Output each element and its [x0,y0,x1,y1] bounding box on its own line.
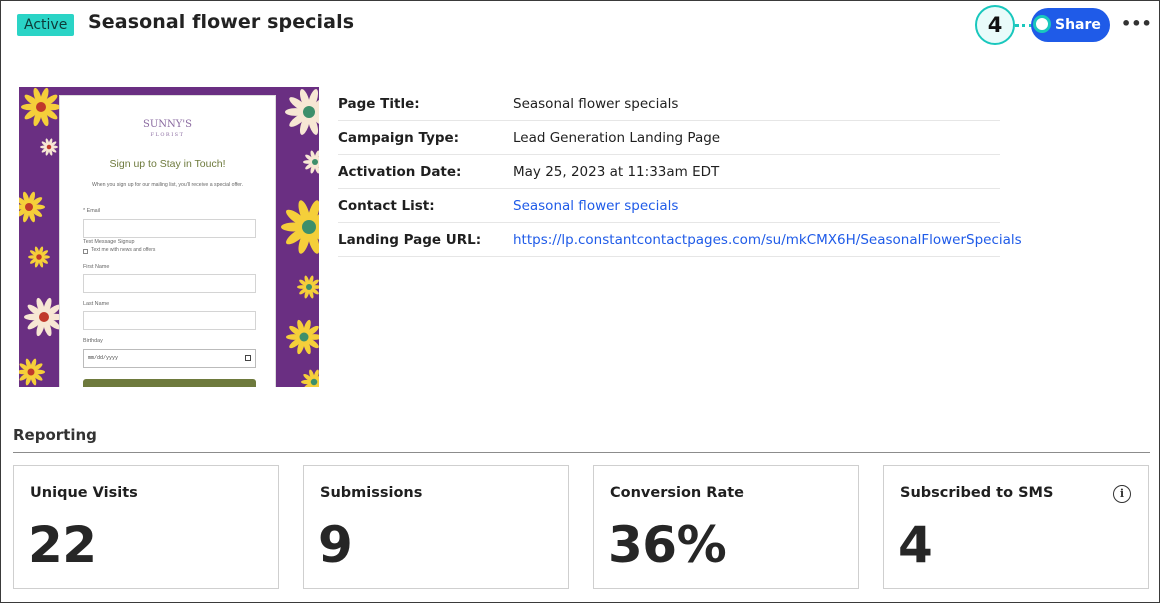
metric-card-conversion-rate: Conversion Rate 36% [593,465,859,589]
contact-list-link[interactable]: Seasonal flower specials [513,198,678,214]
detail-label: Page Title: [338,96,420,112]
reporting-heading: Reporting [13,426,97,444]
page-title: Seasonal flower specials [88,11,355,33]
detail-label: Landing Page URL: [338,232,482,248]
detail-label: Campaign Type: [338,130,460,146]
info-icon[interactable]: i [1113,485,1131,503]
detail-value: Seasonal flower specials [513,96,679,112]
metric-label: Unique Visits [30,485,138,501]
birthday-placeholder: mm/dd/yyyy [88,355,119,361]
status-badge: Active [17,14,75,36]
detail-row-contact-list: Contact List: Seasonal flower specials [338,189,1000,223]
step-callout-marker: 4 [975,5,1015,45]
metric-card-unique-visits: Unique Visits 22 [13,465,279,589]
email-field [83,219,256,238]
callout-target-dot [1033,15,1051,33]
sms-label: Text Message Signup [83,239,135,245]
sms-checkbox [83,249,88,254]
metric-card-subscribed-sms: Subscribed to SMS 4 i [883,465,1149,589]
detail-row-page-title: Page Title: Seasonal flower specials [338,87,1000,121]
email-label: * Email [83,208,101,214]
form-heading: Sign up to Stay in Touch! [109,158,226,170]
detail-row-activation-date: Activation Date: May 25, 2023 at 11:33am… [338,155,1000,189]
detail-label: Contact List: [338,198,435,214]
metric-value: 22 [28,516,97,574]
landing-page-preview[interactable]: SUNNY'S FLORIST Sign up to Stay in Touch… [19,87,319,387]
sms-checkbox-label: Text me with news and offers [91,247,156,253]
metric-card-submissions: Submissions 9 [303,465,569,589]
detail-value: May 25, 2023 at 11:33am EDT [513,164,720,180]
last-name-label: Last Name [83,301,110,307]
more-options-icon[interactable]: ••• [1121,12,1152,36]
metric-label: Subscribed to SMS [900,485,1054,501]
calendar-icon [245,355,251,361]
reporting-divider [13,452,1150,453]
form-intro: When you sign up for our mailing list, y… [91,182,244,188]
metric-label: Submissions [320,485,423,501]
campaign-details: Page Title: Seasonal flower specials Cam… [338,87,1022,257]
brand-logo: SUNNY'S [143,119,192,130]
signup-form-preview: SUNNY'S FLORIST Sign up to Stay in Touch… [59,95,276,387]
brand-subtitle: FLORIST [150,132,185,138]
first-name-label: First Name [83,264,110,270]
detail-label: Activation Date: [338,164,462,180]
detail-row-landing-url: Landing Page URL: https://lp.constantcon… [338,223,1022,257]
metric-label: Conversion Rate [610,485,745,501]
metric-value: 9 [318,516,353,574]
birthday-label: Birthday [83,338,103,344]
birthday-field: mm/dd/yyyy [83,349,256,368]
first-name-field [83,274,256,293]
detail-value: Lead Generation Landing Page [513,130,721,146]
metric-value: 36% [608,516,727,574]
last-name-field [83,311,256,330]
form-submit-button [83,379,256,387]
landing-page-url-link[interactable]: https://lp.constantcontactpages.com/su/m… [513,232,1022,248]
detail-row-campaign-type: Campaign Type: Lead Generation Landing P… [338,121,1000,155]
metric-value: 4 [898,516,933,574]
